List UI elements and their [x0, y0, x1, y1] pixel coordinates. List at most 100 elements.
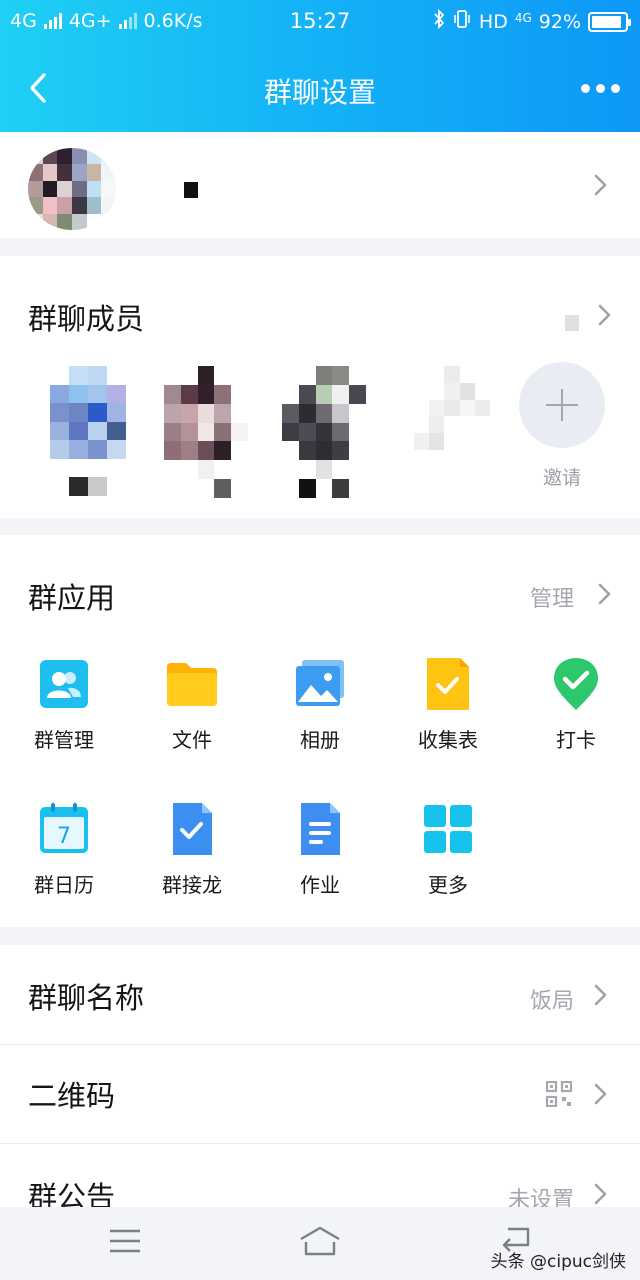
- menu-icon[interactable]: [108, 1227, 142, 1259]
- mosaic-pixel: [315, 460, 333, 480]
- mosaic-pixel: [231, 366, 248, 385]
- members-title[interactable]: 群聊成员: [28, 296, 144, 338]
- chevron-right-icon: [590, 981, 612, 1009]
- setting-row-group-name[interactable]: 群聊名称 饭局: [0, 945, 640, 1043]
- invite-button[interactable]: [519, 362, 605, 448]
- mosaic-pixel: [164, 460, 181, 480]
- mosaic-pixel: [107, 440, 126, 459]
- app-files[interactable]: 文件: [128, 658, 256, 753]
- app-calendar[interactable]: 7 群日历: [0, 803, 128, 898]
- mosaic-pixel: [315, 441, 333, 461]
- mosaic-pixel: [231, 384, 248, 404]
- mosaic-pixel: [315, 422, 333, 442]
- mosaic-pixel: [349, 422, 366, 442]
- mosaic-pixel: [231, 460, 248, 480]
- setting-row-qr[interactable]: 二维码: [0, 1045, 640, 1143]
- chevron-right-icon[interactable]: [594, 301, 616, 329]
- chevron-right-icon[interactable]: [594, 580, 616, 608]
- check-in-icon: [550, 658, 602, 710]
- chevron-right-icon: [590, 1080, 612, 1108]
- mosaic-pixel: [474, 399, 490, 417]
- mosaic-pixel: [197, 422, 215, 442]
- mosaic-pixel: [349, 366, 366, 385]
- mosaic-pixel: [180, 366, 198, 385]
- mosaic-pixel: [214, 403, 232, 423]
- mosaic-pixel: [164, 422, 181, 442]
- mosaic-pixel: [231, 479, 248, 498]
- app-album[interactable]: 相册: [256, 658, 384, 753]
- mosaic-pixel: [214, 366, 232, 385]
- setting-row-notice[interactable]: 群公告 未设置: [0, 1144, 640, 1207]
- mosaic-pixel: [72, 148, 87, 165]
- app-collect-form[interactable]: 收集表: [384, 658, 512, 753]
- mosaic-pixel: [88, 421, 107, 441]
- mosaic-pixel: [332, 403, 350, 423]
- more-dot: [610, 83, 620, 93]
- mosaic-pixel: [107, 384, 126, 404]
- member-avatar[interactable]: [50, 366, 126, 496]
- member-count-masked: [565, 315, 579, 331]
- album-icon: [294, 658, 346, 710]
- mosaic-pixel: [429, 416, 445, 434]
- app-label: 群接龙: [162, 873, 222, 897]
- mosaic-pixel: [180, 460, 198, 480]
- mosaic-pixel: [28, 180, 43, 198]
- mosaic-pixel: [349, 403, 366, 423]
- mosaic-pixel: [164, 441, 181, 461]
- mosaic-pixel: [164, 384, 181, 404]
- mosaic-pixel: [69, 421, 88, 441]
- mosaic-pixel: [57, 197, 72, 214]
- mosaic-pixel: [332, 441, 350, 461]
- battery-icon: [588, 11, 631, 32]
- mosaic-pixel: [214, 422, 232, 442]
- member-avatar[interactable]: [164, 366, 248, 498]
- mosaic-pixel: [88, 477, 107, 496]
- vibrate-icon: [452, 9, 472, 34]
- mosaic-pixel: [315, 479, 333, 498]
- app-more[interactable]: 更多: [384, 803, 512, 898]
- mosaic-pixel: [332, 422, 350, 442]
- nav-bar: 群聊设置: [0, 44, 640, 132]
- mosaic-pixel: [444, 382, 460, 400]
- mosaic-pixel: [349, 479, 366, 498]
- group-avatar[interactable]: [28, 148, 116, 230]
- mosaic-pixel: [459, 366, 475, 383]
- mosaic-pixel: [414, 433, 430, 450]
- more-button[interactable]: [572, 66, 628, 110]
- mosaic-pixel: [444, 416, 460, 434]
- mosaic-pixel: [349, 441, 366, 461]
- mosaic-pixel: [164, 366, 181, 385]
- mosaic-pixel: [88, 366, 107, 385]
- mosaic-pixel: [298, 384, 316, 404]
- mosaic-pixel: [50, 403, 69, 422]
- mosaic-pixel: [332, 366, 350, 385]
- mosaic-pixel: [86, 197, 102, 214]
- app-label: 文件: [172, 728, 212, 752]
- mosaic-pixel: [69, 384, 88, 404]
- bluetooth-icon: [433, 8, 445, 34]
- apps-title: 群应用: [28, 581, 116, 615]
- mosaic-pixel: [50, 384, 69, 404]
- mosaic-pixel: [459, 416, 475, 434]
- app-label: 相册: [300, 728, 340, 752]
- more-dots-icon: [580, 83, 590, 93]
- apps-manage-link[interactable]: 管理: [530, 581, 574, 613]
- mosaic-pixel: [474, 416, 490, 434]
- mosaic-pixel: [57, 213, 72, 230]
- mosaic-pixel: [214, 479, 232, 498]
- member-avatar[interactable]: [414, 366, 490, 450]
- app-relay[interactable]: 群接龙: [128, 803, 256, 898]
- calendar-icon: 7: [38, 803, 90, 855]
- mosaic-pixel: [282, 441, 299, 461]
- app-check-in[interactable]: 打卡: [512, 658, 640, 753]
- mosaic-pixel: [459, 433, 475, 450]
- mosaic-pixel: [50, 421, 69, 441]
- more-apps-icon: [422, 803, 474, 855]
- calendar-day: 7: [57, 824, 71, 849]
- mosaic-pixel: [197, 460, 215, 480]
- app-group-manage[interactable]: 群管理: [0, 658, 128, 753]
- app-homework[interactable]: 作业: [256, 803, 384, 898]
- home-icon[interactable]: [298, 1225, 342, 1261]
- mosaic-pixel: [72, 197, 87, 214]
- member-avatar[interactable]: [282, 366, 366, 498]
